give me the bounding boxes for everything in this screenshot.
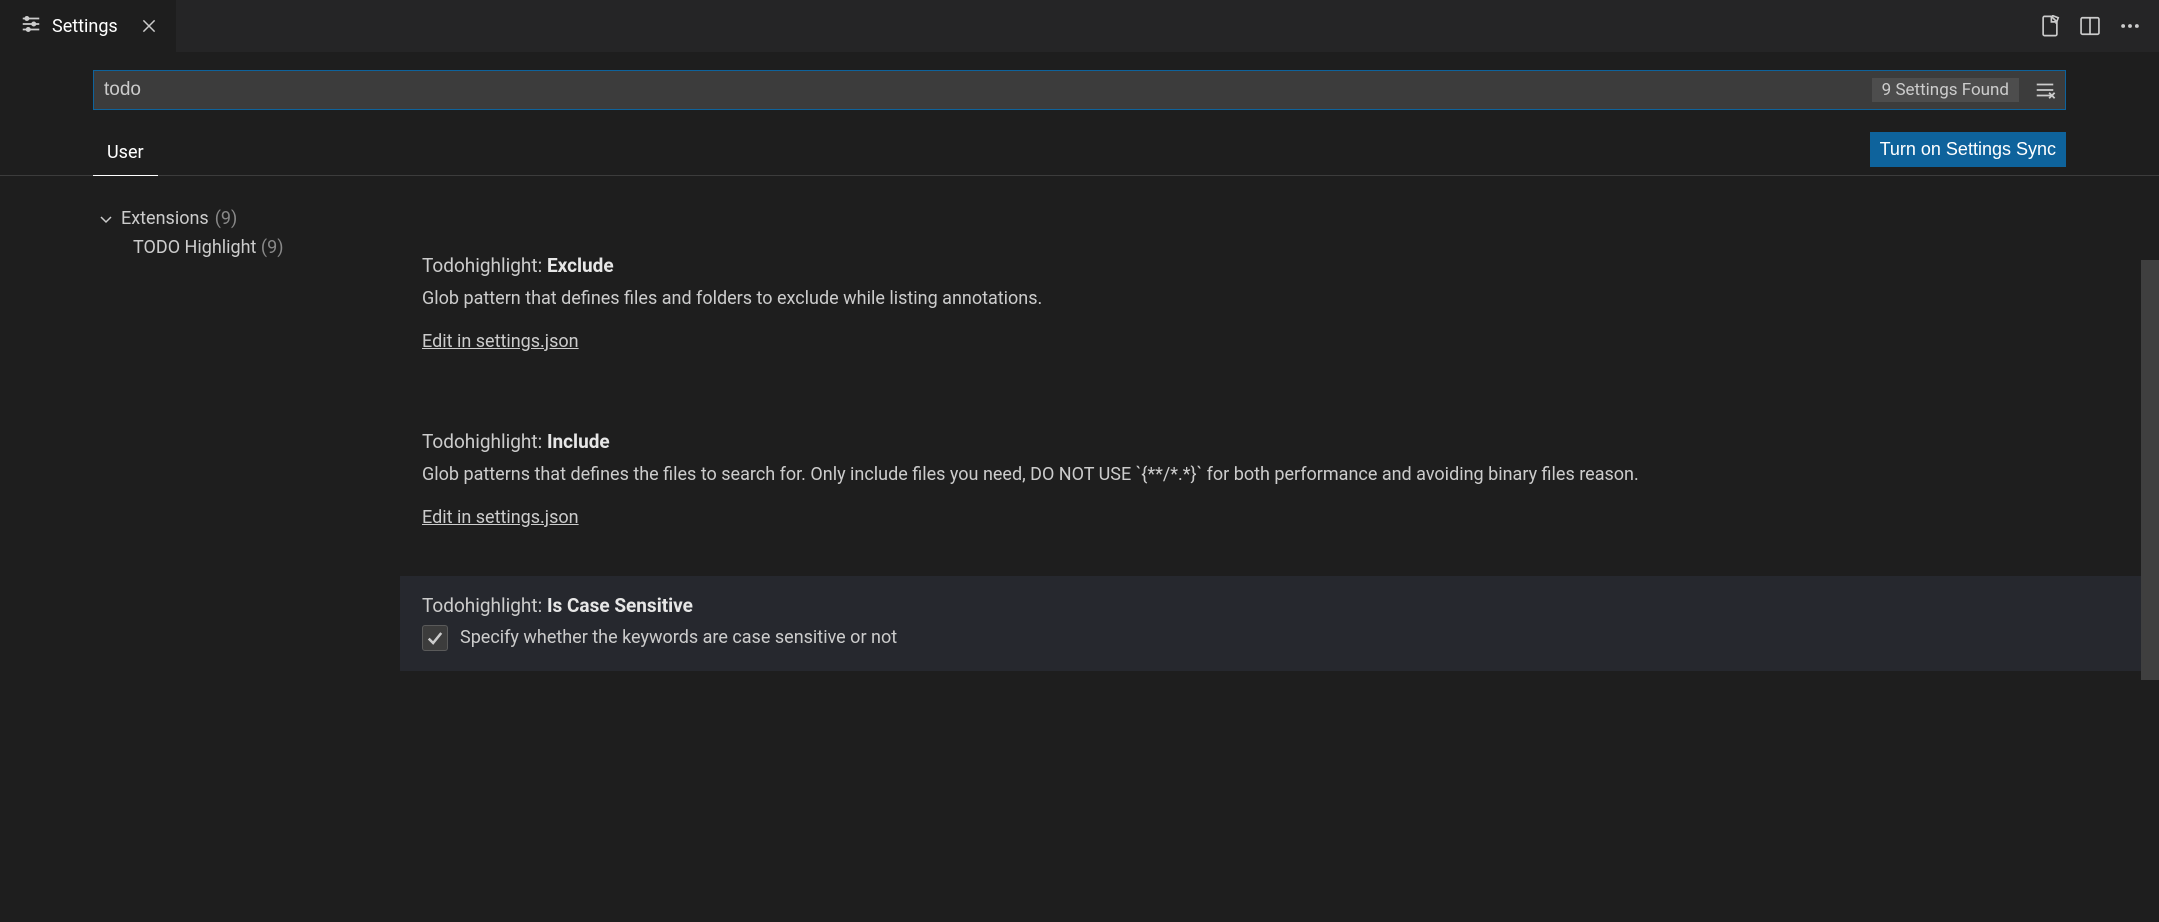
toc-label: Extensions [121, 208, 209, 229]
toc-subcount: (9) [261, 237, 284, 258]
tab-settings[interactable]: Settings [0, 0, 176, 52]
setting-include: Todohighlight: Include Glob patterns tha… [400, 412, 2152, 548]
more-actions-icon[interactable] [2119, 15, 2141, 37]
setting-title: Todohighlight: Is Case Sensitive [422, 594, 2130, 617]
chevron-down-icon [97, 210, 115, 228]
tab-title: Settings [52, 16, 118, 37]
clear-search-button[interactable] [2027, 72, 2063, 108]
scrollbar-thumb[interactable] [2141, 260, 2159, 680]
toc-extensions[interactable]: Extensions (9) [93, 204, 393, 233]
checkbox-row: Specify whether the keywords are case se… [422, 625, 2130, 651]
search-row: 9 Settings Found [0, 70, 2159, 110]
search-results-count: 9 Settings Found [1872, 78, 2019, 102]
editor-actions [2039, 0, 2159, 52]
tab-close-button[interactable] [136, 13, 162, 39]
setting-description: Glob patterns that defines the files to … [422, 461, 2130, 489]
toc-todo-highlight[interactable]: TODO Highlight (9) [93, 233, 393, 262]
open-settings-json-icon[interactable] [2039, 15, 2061, 37]
search-container: 9 Settings Found [93, 70, 2066, 110]
setting-title: Todohighlight: Exclude [422, 254, 2130, 277]
scope-tab-user[interactable]: User [93, 130, 158, 175]
settings-sync-button[interactable]: Turn on Settings Sync [1870, 132, 2066, 167]
settings-toc: Extensions (9) TODO Highlight (9) [93, 176, 393, 922]
settings-editor: 9 Settings Found User Turn on Settings S… [0, 52, 2159, 922]
scrollbar-track [2141, 260, 2159, 922]
checkbox-label: Specify whether the keywords are case se… [460, 627, 897, 648]
settings-content: Extensions (9) TODO Highlight (9) Todohi… [0, 176, 2159, 922]
tab-bar: Settings [0, 0, 2159, 52]
toc-count: (9) [215, 208, 238, 229]
setting-description: Glob pattern that defines files and fold… [422, 285, 2130, 313]
setting-exclude: Todohighlight: Exclude Glob pattern that… [400, 236, 2152, 372]
settings-list[interactable]: Todohighlight: Exclude Glob pattern that… [393, 176, 2159, 922]
edit-in-settings-json-link[interactable]: Edit in settings.json [422, 507, 579, 528]
settings-editor-icon [20, 13, 42, 39]
settings-search-input[interactable] [104, 75, 1872, 105]
edit-in-settings-json-link[interactable]: Edit in settings.json [422, 331, 579, 352]
split-editor-icon[interactable] [2079, 15, 2101, 37]
scope-tabs: User [93, 120, 158, 175]
settings-header: User Turn on Settings Sync [0, 120, 2159, 176]
toc-sublabel: TODO Highlight [133, 237, 256, 258]
setting-is-case-sensitive: Todohighlight: Is Case Sensitive Specify… [400, 576, 2152, 671]
setting-title: Todohighlight: Include [422, 430, 2130, 453]
tabs-container: Settings [0, 0, 176, 52]
checkbox-is-case-sensitive[interactable] [422, 625, 448, 651]
